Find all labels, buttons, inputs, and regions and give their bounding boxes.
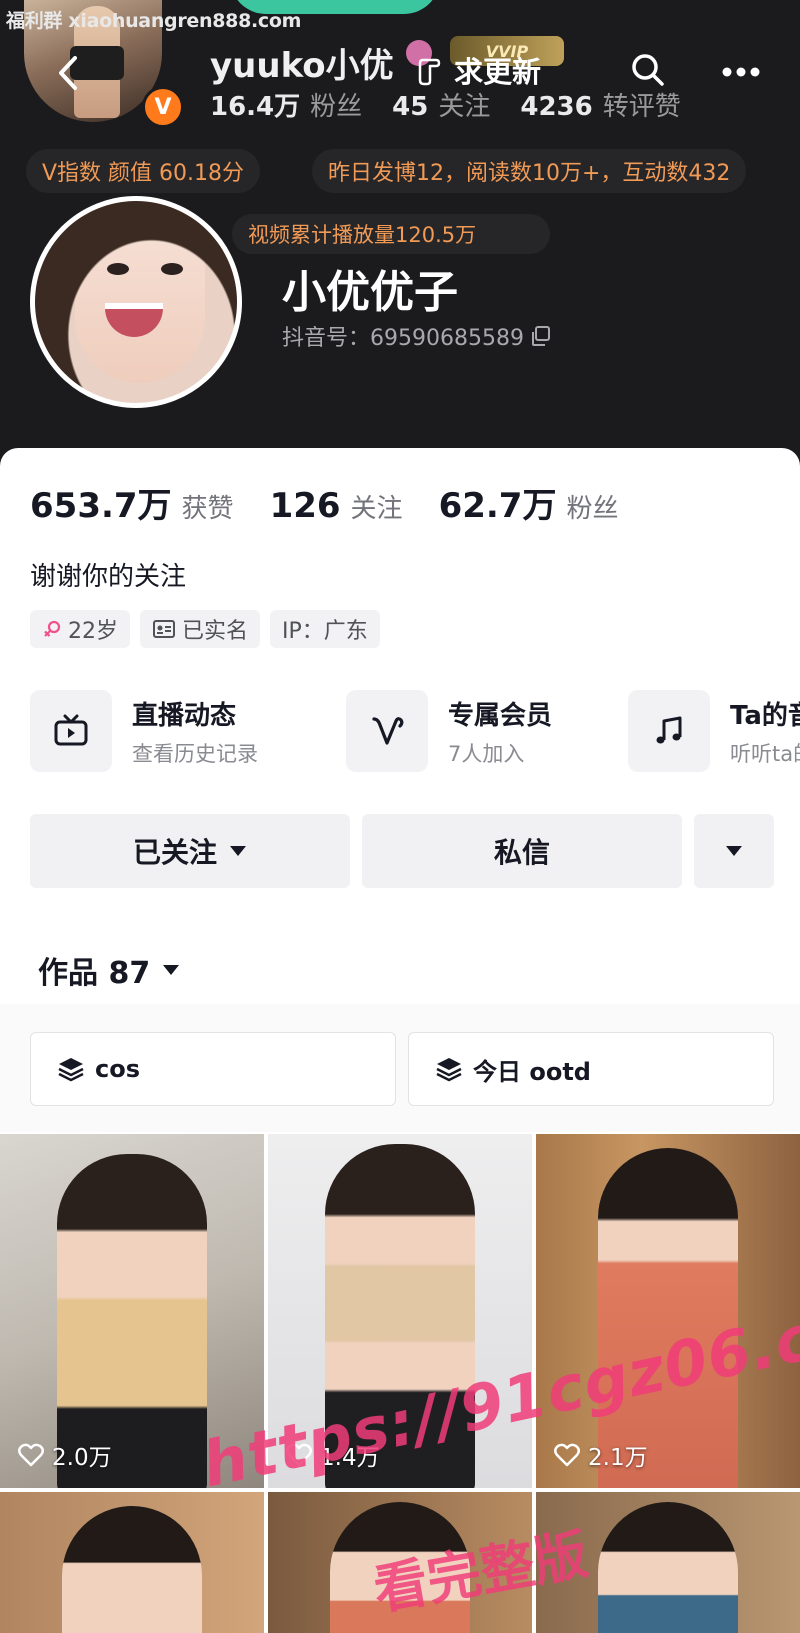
like-count: 2.0万 (18, 1438, 112, 1472)
feature-membership[interactable]: 专属会员 7人加入 (346, 688, 552, 774)
ip-text: IP：广东 (282, 619, 368, 644)
v-index-pill: V指数 颜值 60.18分 (26, 149, 261, 193)
age-tag: 22岁 (30, 610, 130, 648)
profile-avatar[interactable] (30, 196, 242, 408)
works-tab-label: 作品 87 (38, 956, 151, 991)
id-card-icon (153, 620, 175, 638)
ip-tag: IP：广东 (270, 610, 380, 648)
collection-ootd[interactable]: 今日 ootd (408, 1032, 774, 1106)
request-update-button[interactable]: 求更新 (412, 50, 541, 90)
following-label[interactable]: 关注 (351, 488, 403, 525)
more-options-button[interactable] (718, 52, 764, 92)
verified-tag: 已实名 (140, 610, 261, 648)
feature-title: 专属会员 (448, 700, 553, 731)
douyin-id-text: 抖音号：69590685589 (282, 326, 524, 351)
feature-title: Ta的音乐 (730, 700, 800, 731)
video-thumbnail[interactable] (0, 1492, 264, 1633)
weibo-following-count: 45 (392, 92, 429, 122)
collection-label: cos (95, 1055, 140, 1083)
heart-icon (554, 1443, 580, 1467)
more-actions-button[interactable] (694, 814, 774, 888)
weibo-stats: 16.4万 粉丝 45 关注 4236 转评赞 (210, 86, 681, 126)
caret-down-icon (230, 846, 246, 856)
layers-icon (58, 1058, 84, 1082)
collection-cos[interactable]: cos (30, 1032, 396, 1106)
feature-subtitle: 听听ta的音乐 (730, 741, 800, 766)
profile-tags: 22岁 已实名 IP：广东 (30, 610, 380, 648)
female-icon (44, 620, 61, 637)
works-tab[interactable]: 作品 87 (38, 948, 180, 992)
watermark-top: 福利群 xiaohuangren888.com (6, 10, 302, 32)
profile-bio: 谢谢你的关注 (30, 562, 187, 592)
weibo-username: yuuko小优 (210, 46, 394, 86)
douyin-id[interactable]: 抖音号：69590685589 (282, 320, 552, 352)
likes-count[interactable]: 653.7万 (30, 478, 172, 527)
following-count[interactable]: 126 (270, 486, 341, 526)
video-plays-pill: 视频累计播放量120.5万 (232, 214, 550, 254)
weibo-interactions-label: 转评赞 (602, 92, 681, 122)
followers-label[interactable]: 粉丝 (566, 488, 618, 525)
feature-live-history[interactable]: 直播动态 查看历史记录 (30, 688, 258, 774)
feature-shortcuts: 直播动态 查看历史记录 专属会员 7人加入 Ta的音乐 听听ta的音乐 (30, 688, 800, 774)
profile-stats: 653.7万 获赞 126 关注 62.7万 粉丝 (30, 478, 618, 527)
request-update-label: 求更新 (454, 55, 542, 89)
weibo-following-label: 关注 (438, 92, 491, 122)
verified-v-badge-icon: V (142, 86, 184, 128)
chevron-left-icon (59, 56, 77, 90)
age-text: 22岁 (68, 619, 118, 644)
following-button[interactable]: 已关注 (30, 814, 350, 888)
verified-text: 已实名 (182, 619, 249, 644)
caret-down-icon (726, 846, 742, 856)
hand-pointer-icon (418, 58, 441, 86)
search-button[interactable] (628, 50, 668, 90)
feature-subtitle: 查看历史记录 (132, 741, 258, 766)
like-count: 2.1万 (554, 1438, 648, 1472)
likes-label[interactable]: 获赞 (182, 488, 234, 525)
weibo-interactions-count: 4236 (520, 92, 593, 122)
tv-icon (54, 714, 88, 746)
search-icon (632, 54, 664, 86)
caret-down-icon (163, 965, 180, 975)
feature-subtitle: 7人加入 (448, 741, 525, 766)
more-dots-icon (722, 67, 760, 77)
copy-icon[interactable] (530, 325, 552, 347)
v-heart-icon (372, 717, 404, 745)
feature-music[interactable]: Ta的音乐 听听ta的音乐 (628, 688, 800, 774)
message-label: 私信 (493, 836, 550, 869)
layers-icon (436, 1058, 462, 1082)
activity-pill: 昨日发博12，阅读数10万+，互动数432 (312, 149, 747, 193)
feature-title: 直播动态 (132, 700, 237, 731)
weibo-followers-label: 粉丝 (310, 92, 363, 122)
music-note-icon (656, 716, 682, 744)
message-button[interactable]: 私信 (362, 814, 682, 888)
display-name: 小优优子 (282, 267, 458, 318)
collection-label: 今日 ootd (473, 1057, 591, 1086)
followers-count[interactable]: 62.7万 (439, 478, 557, 527)
heart-icon (18, 1443, 44, 1467)
weibo-followers-count: 16.4万 (210, 92, 301, 122)
following-label: 已关注 (132, 836, 217, 869)
back-button[interactable] (46, 48, 90, 98)
